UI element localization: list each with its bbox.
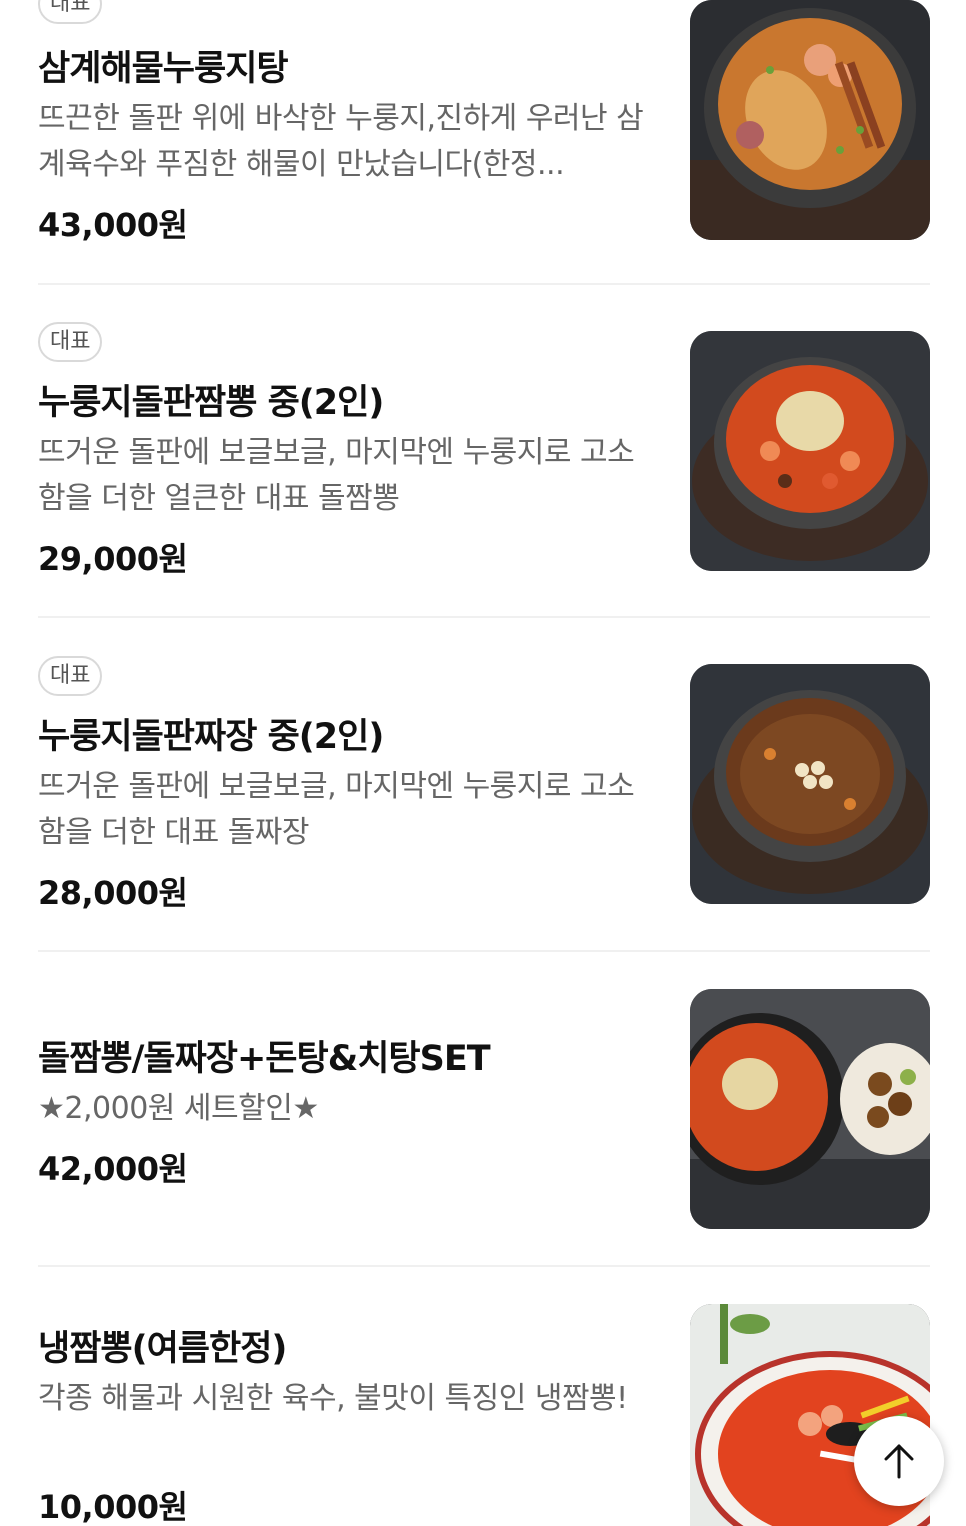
menu-item[interactable]: 돌짬뽕/돌짜장+돈탕&치탕SET ★2,000원 세트할인★ 42,000원 xyxy=(38,989,930,1230)
menu-list: 대표 삼계해물누룽지탕 뜨끈한 돌판 위에 바삭한 누룽지,진하게 우러난 삼계… xyxy=(0,0,966,1526)
menu-item[interactable]: 대표 누룽지돌판짬뽕 중(2인) 뜨거운 돌판에 보글보글, 마지막엔 누룽지로… xyxy=(38,322,930,578)
samgye-soup-image xyxy=(690,0,930,240)
divider xyxy=(38,950,930,952)
signature-badge: 대표 xyxy=(38,322,103,362)
menu-item-photo xyxy=(690,331,930,571)
menu-item-description: 뜨거운 돌판에 보글보글, 마지막엔 누룽지로 고소함을 더한 대표 돌짜장 xyxy=(38,769,635,850)
divider xyxy=(38,1265,930,1267)
menu-item-photo xyxy=(690,989,930,1229)
menu-item-price: 10,000원 xyxy=(38,1488,188,1526)
scroll-to-top-button[interactable] xyxy=(854,1416,944,1506)
menu-item-description: ★2,000원 세트할인★ xyxy=(38,1091,319,1126)
menu-item-price: 43,000원 xyxy=(38,206,188,244)
menu-item-photo xyxy=(690,664,930,904)
menu-item-description: 각종 해물과 시원한 육수, 불맛이 특징인 냉짬뽕! xyxy=(38,1381,628,1416)
menu-item-name: 냉짬뽕(여름한정) xyxy=(38,1329,287,1369)
jjamppong-image xyxy=(690,331,930,571)
menu-item-price: 29,000원 xyxy=(38,540,188,578)
menu-item-name: 돌짬뽕/돌짜장+돈탕&치탕SET xyxy=(38,1039,491,1079)
jjajang-image xyxy=(690,664,930,904)
menu-item[interactable]: 대표 삼계해물누룽지탕 뜨끈한 돌판 위에 바삭한 누룽지,진하게 우러난 삼계… xyxy=(38,0,930,244)
menu-item-description: 뜨거운 돌판에 보글보글, 마지막엔 누룽지로 고소함을 더한 얼큰한 대표 돌… xyxy=(38,435,635,516)
menu-item-name: 누룽지돌판짬뽕 중(2인) xyxy=(38,383,384,423)
set-meal-image xyxy=(690,989,930,1229)
divider xyxy=(38,283,930,285)
arrow-up-icon xyxy=(884,1444,914,1479)
signature-badge: 대표 xyxy=(38,656,103,696)
menu-item[interactable]: 대표 누룽지돌판짜장 중(2인) 뜨거운 돌판에 보글보글, 마지막엔 누룽지로… xyxy=(38,656,930,912)
menu-item-description: 뜨끈한 돌판 위에 바삭한 누룽지,진하게 우러난 삼계육수와 푸짐한 해물이 … xyxy=(38,101,644,182)
menu-item-price: 28,000원 xyxy=(38,874,188,912)
menu-item-price: 42,000원 xyxy=(38,1150,188,1188)
menu-item[interactable]: 냉짬뽕(여름한정) 각종 해물과 시원한 육수, 불맛이 특징인 냉짬뽕! 10… xyxy=(38,1304,930,1526)
divider xyxy=(38,616,930,618)
menu-item-name: 누룽지돌판짜장 중(2인) xyxy=(38,717,384,757)
menu-item-name: 삼계해물누룽지탕 xyxy=(38,49,289,89)
signature-badge: 대표 xyxy=(38,0,103,24)
menu-item-photo xyxy=(690,0,930,240)
